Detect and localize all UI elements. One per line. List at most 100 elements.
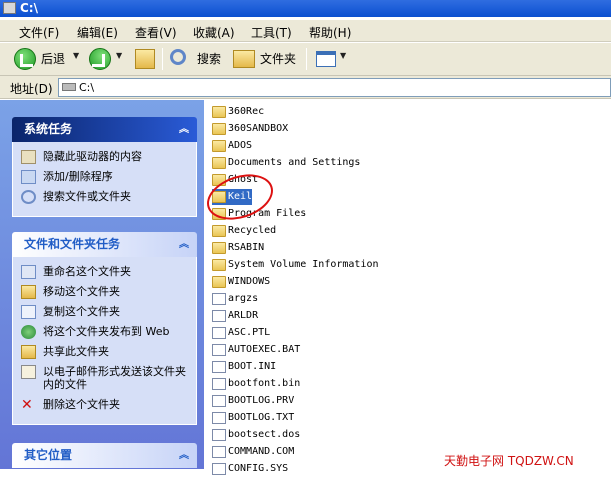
toolbar-separator (306, 48, 307, 70)
file-item[interactable]: ARLDR (212, 308, 258, 324)
search-button[interactable]: 搜索 (197, 47, 221, 71)
up-folder-icon[interactable] (135, 49, 155, 69)
item-name: 360Rec (228, 106, 265, 117)
globe-icon (21, 325, 36, 339)
other-places-title: 其它位置 (24, 448, 73, 462)
task-label[interactable]: 搜索文件或文件夹 (43, 190, 131, 203)
search-files-link[interactable]: 搜索文件或文件夹 (21, 190, 188, 204)
file-tasks-body: 重命名这个文件夹 移动这个文件夹 复制这个文件夹 将这个文件夹发布到 Web 共… (12, 257, 197, 425)
address-input[interactable]: C:\ (58, 78, 611, 97)
address-label: 地址(D) (10, 82, 53, 96)
folder-icon (212, 242, 226, 254)
menu-help[interactable]: 帮助(H) (309, 24, 351, 41)
menu-tools[interactable]: 工具(T) (251, 24, 292, 41)
task-label[interactable]: 以电子邮件形式发送该文件夹内的文件 (43, 365, 186, 391)
drive-icon (62, 83, 76, 91)
task-label[interactable]: 删除这个文件夹 (43, 398, 120, 411)
file-icon (212, 412, 226, 424)
menu-bar: 文件(F) 编辑(E) 查看(V) 收藏(A) 工具(T) 帮助(H) (0, 20, 611, 42)
system-tasks-title: 系统任务 (24, 122, 73, 136)
item-name: Recycled (228, 225, 277, 236)
item-name: bootfont.bin (228, 378, 301, 389)
collapse-icon[interactable]: ︽ (179, 232, 189, 257)
folder-item[interactable]: Recycled (212, 223, 276, 239)
system-tasks-header[interactable]: 系统任务 ︽ (12, 117, 197, 142)
task-label[interactable]: 隐藏此驱动器的内容 (43, 150, 142, 163)
task-label[interactable]: 将这个文件夹发布到 Web (43, 325, 169, 338)
file-item[interactable]: ASC.PTL (212, 325, 270, 341)
share-icon (21, 345, 36, 359)
copy-folder-link[interactable]: 复制这个文件夹 (21, 305, 188, 319)
share-folder-link[interactable]: 共享此文件夹 (21, 345, 188, 359)
menu-edit[interactable]: 编辑(E) (77, 24, 118, 41)
forward-dropdown-icon[interactable]: ▼ (116, 51, 122, 60)
move-folder-link[interactable]: 移动这个文件夹 (21, 285, 188, 299)
task-label[interactable]: 添加/删除程序 (43, 170, 113, 183)
folder-icon (212, 225, 226, 237)
task-label[interactable]: 重命名这个文件夹 (43, 265, 131, 278)
system-tasks-panel: 系统任务 ︽ 隐藏此驱动器的内容 添加/删除程序 搜索文件或文件夹 (12, 117, 197, 217)
file-item[interactable]: BOOT.INI (212, 359, 276, 375)
move-icon (21, 285, 36, 299)
search-icon[interactable] (170, 49, 186, 65)
file-item[interactable]: CONFIG.SYS (212, 461, 288, 477)
folder-item[interactable]: 360SANDBOX (212, 121, 288, 137)
file-icon (212, 293, 226, 305)
menu-view[interactable]: 查看(V) (135, 24, 177, 41)
item-name: COMMAND.COM (228, 446, 295, 457)
file-item[interactable]: argzs (212, 291, 258, 307)
folder-item[interactable]: WINDOWS (212, 274, 270, 290)
search-icon (21, 190, 36, 204)
folder-icon (212, 276, 226, 288)
collapse-icon[interactable]: ︽ (179, 117, 189, 142)
item-name: BOOTLOG.PRV (228, 395, 295, 406)
email-files-link[interactable]: 以电子邮件形式发送该文件夹内的文件 (21, 365, 188, 391)
file-icon (212, 395, 226, 407)
item-name: argzs (228, 293, 259, 304)
views-dropdown-icon[interactable]: ▼ (340, 51, 346, 60)
item-name: System Volume Information (228, 259, 379, 270)
file-item[interactable]: bootfont.bin (212, 376, 300, 392)
collapse-icon[interactable]: ︽ (179, 443, 189, 468)
folder-item[interactable]: System Volume Information (212, 257, 379, 273)
file-item[interactable]: bootsect.dos (212, 427, 300, 443)
folder-item[interactable]: 360Rec (212, 104, 264, 120)
folder-item[interactable]: RSABIN (212, 240, 264, 256)
item-name: WINDOWS (228, 276, 271, 287)
toolbar: 后退 ▼ ▼ 搜索 文件夹 ▼ (0, 43, 611, 76)
drive-contents-icon (21, 150, 36, 164)
window-title: C:\ (20, 1, 38, 15)
item-name: bootsect.dos (228, 429, 301, 440)
folder-icon (212, 106, 226, 118)
publish-folder-link[interactable]: 将这个文件夹发布到 Web (21, 325, 188, 339)
rename-folder-link[interactable]: 重命名这个文件夹 (21, 265, 188, 279)
add-remove-programs-link[interactable]: 添加/删除程序 (21, 170, 188, 184)
views-icon[interactable] (316, 51, 336, 67)
other-places-header[interactable]: 其它位置 ︽ (12, 443, 197, 468)
address-bar: 地址(D) C:\ (0, 76, 611, 99)
folders-button[interactable]: 文件夹 (260, 47, 296, 71)
task-label[interactable]: 共享此文件夹 (43, 345, 109, 358)
file-item[interactable]: AUTOEXEC.BAT (212, 342, 300, 358)
task-label[interactable]: 复制这个文件夹 (43, 305, 120, 318)
file-icon (212, 310, 226, 322)
file-item[interactable]: BOOTLOG.TXT (212, 410, 294, 426)
back-arrow-icon[interactable] (14, 48, 36, 70)
task-label[interactable]: 移动这个文件夹 (43, 285, 120, 298)
delete-folder-link[interactable]: ✕ 删除这个文件夹 (21, 397, 188, 413)
folders-icon[interactable] (233, 50, 255, 68)
folder-item[interactable]: ADOS (212, 138, 252, 154)
file-icon (212, 378, 226, 390)
item-name: Documents and Settings (228, 157, 361, 168)
file-item[interactable]: COMMAND.COM (212, 444, 294, 460)
menu-favorites[interactable]: 收藏(A) (193, 24, 235, 41)
back-dropdown-icon[interactable]: ▼ (73, 51, 79, 60)
file-item[interactable]: BOOTLOG.PRV (212, 393, 294, 409)
menu-file[interactable]: 文件(F) (19, 24, 59, 41)
file-tasks-header[interactable]: 文件和文件夹任务 ︽ (12, 232, 197, 257)
delete-icon: ✕ (21, 397, 33, 413)
folder-item[interactable]: Documents and Settings (212, 155, 360, 171)
forward-arrow-icon[interactable] (89, 48, 111, 70)
hide-drive-contents-link[interactable]: 隐藏此驱动器的内容 (21, 150, 188, 164)
back-button[interactable]: 后退 (41, 47, 65, 71)
